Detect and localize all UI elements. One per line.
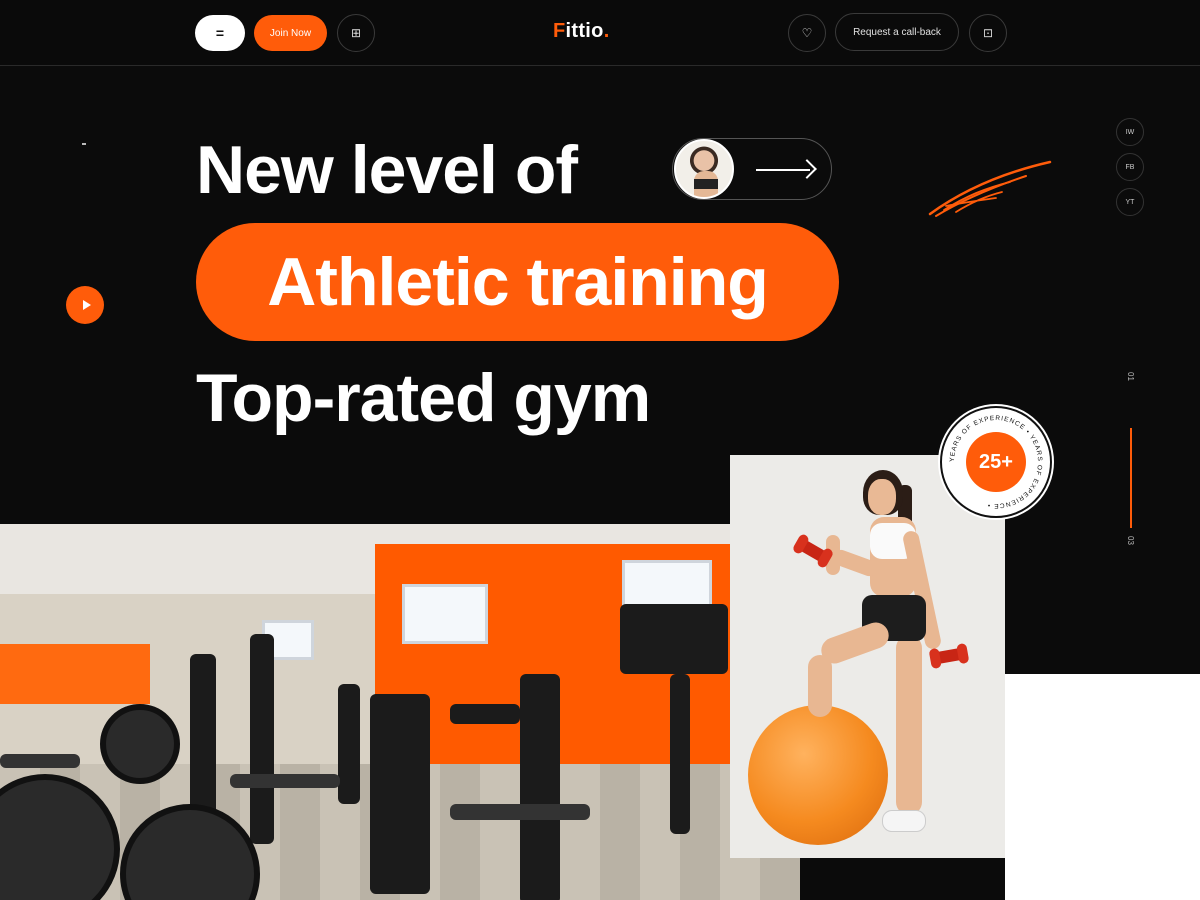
- logo-letter: F: [553, 20, 566, 42]
- request-callback-button[interactable]: Request a call-back: [835, 13, 959, 51]
- heart-icon: ♡: [801, 26, 813, 40]
- experience-badge: YEARS OF EXPERIENCE • YEARS OF EXPERIENC…: [938, 404, 1054, 520]
- experience-years: 25+: [966, 432, 1026, 492]
- social-label: FB: [1125, 163, 1135, 171]
- social-link-iw[interactable]: IW: [1116, 118, 1144, 146]
- hero-heading-line1: New level of: [196, 132, 578, 208]
- trainer-avatar: [674, 139, 734, 199]
- hero-heading-line2: Athletic training: [267, 244, 769, 320]
- slide-progress[interactable]: [1130, 428, 1132, 528]
- slide-total: 03: [1125, 536, 1135, 545]
- decorative-dash: [82, 143, 86, 145]
- social-label: YT: [1125, 198, 1135, 206]
- play-video-button[interactable]: [66, 286, 104, 324]
- cart-icon: ⊡: [982, 26, 994, 40]
- book-icon: ⊞: [350, 26, 362, 40]
- logo[interactable]: Fittio.: [553, 20, 610, 43]
- book-button[interactable]: ⊞: [337, 14, 375, 52]
- cart-button[interactable]: ⊡: [969, 14, 1007, 52]
- site-header: = Join Now ⊞ Fittio. ♡ Request a call-ba…: [0, 0, 1200, 66]
- hero-highlight-pill: Athletic training: [196, 223, 839, 341]
- social-label: IW: [1125, 128, 1135, 136]
- scribble-icon: [928, 160, 1052, 217]
- dumbbell-icon: [797, 538, 829, 564]
- white-panel: [1005, 674, 1200, 900]
- wishlist-button[interactable]: ♡: [788, 14, 826, 52]
- social-link-fb[interactable]: FB: [1116, 153, 1144, 181]
- join-now-button[interactable]: Join Now: [254, 15, 327, 51]
- fitness-ball: [748, 705, 888, 845]
- slide-current: 01: [1125, 372, 1135, 381]
- menu-button[interactable]: =: [195, 15, 245, 51]
- hero-heading-line3: Top-rated gym: [196, 360, 651, 436]
- dumbbell-icon: [933, 647, 965, 665]
- logo-dot: .: [603, 20, 610, 42]
- play-icon: [82, 300, 91, 310]
- menu-icon: =: [215, 25, 225, 41]
- social-link-yt[interactable]: YT: [1116, 188, 1144, 216]
- logo-text: ittio: [565, 20, 604, 42]
- gym-interior-photo: [0, 524, 800, 900]
